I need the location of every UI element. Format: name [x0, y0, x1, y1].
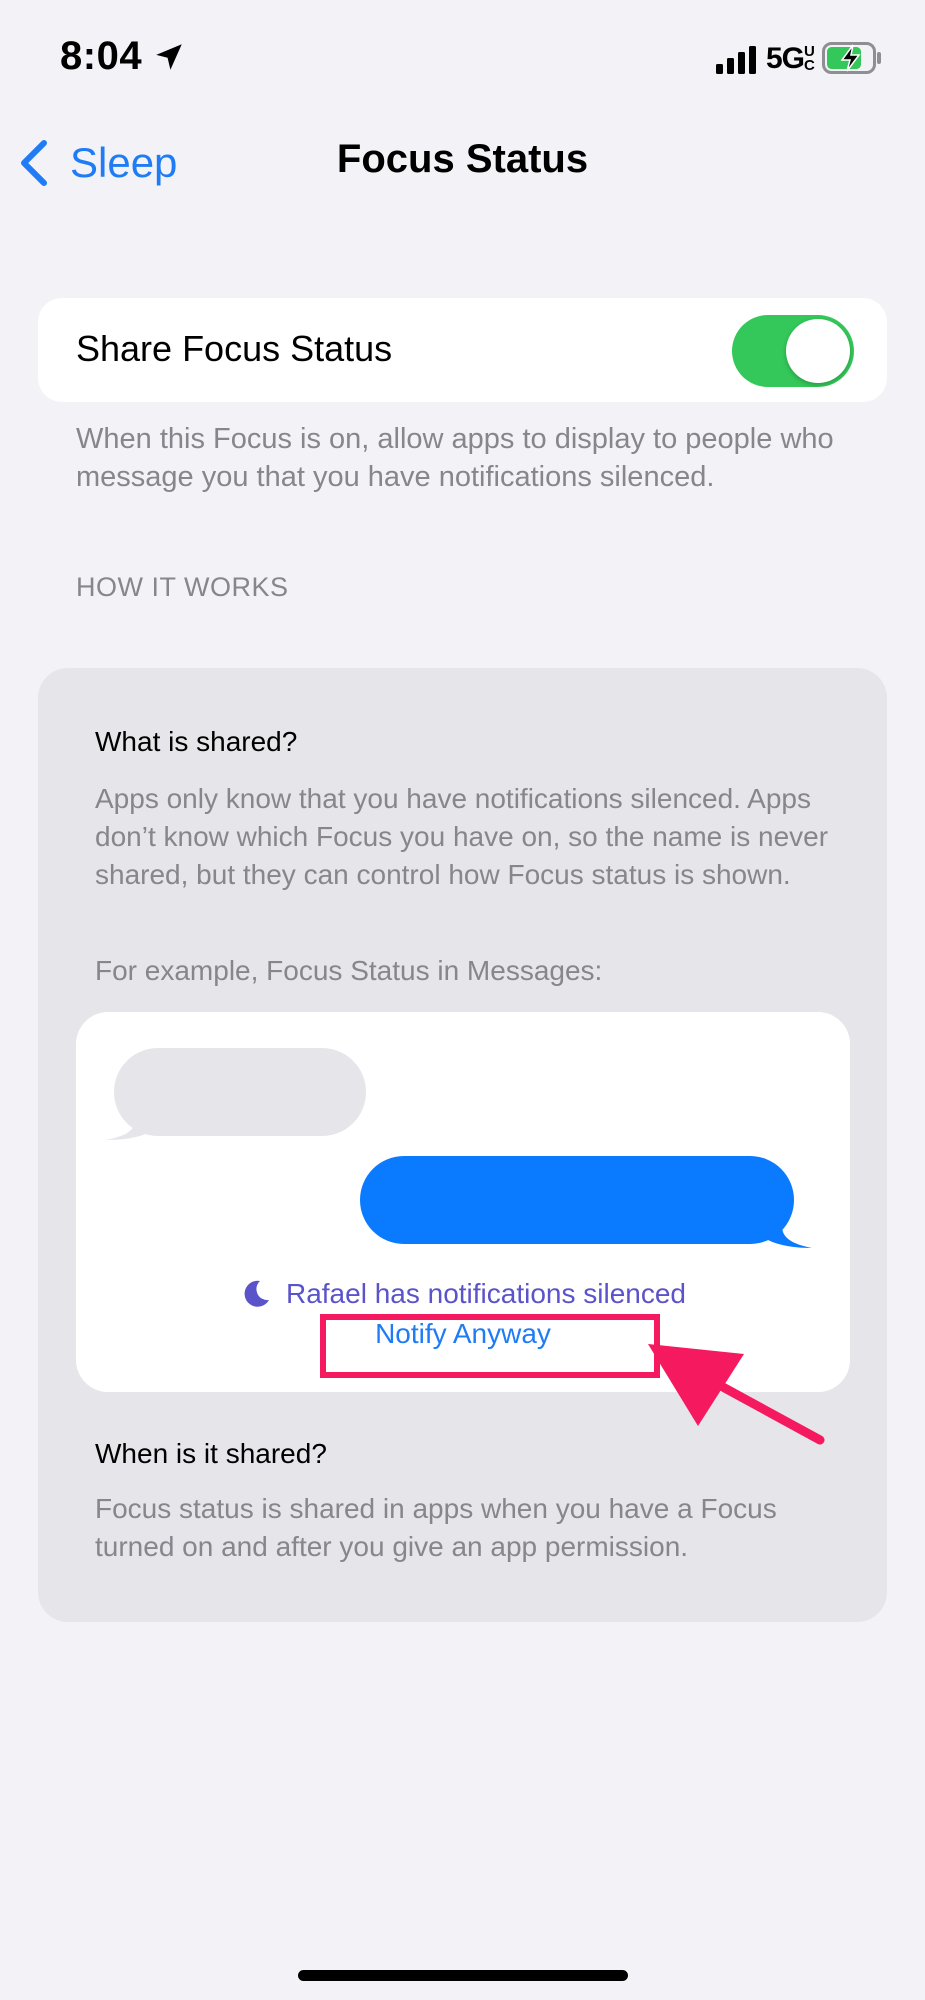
network-suffix: UC	[804, 43, 815, 74]
when-is-it-shared-heading: When is it shared?	[95, 1438, 327, 1469]
how-it-works-card: What is shared? Apps only know that you …	[38, 668, 887, 1622]
home-indicator	[298, 1970, 628, 1981]
moon-icon	[244, 1280, 269, 1307]
when-is-it-shared-body: Focus status is shared in apps when you …	[95, 1493, 777, 1562]
annotation-arrow-icon	[648, 1344, 825, 1445]
share-focus-status-row: Share Focus Status	[38, 298, 887, 402]
status-bar: 8:04 5GUC	[0, 0, 925, 120]
silenced-notice: Rafael has notifications silenced	[76, 1278, 850, 1310]
share-focus-status-label: Share Focus Status	[76, 328, 393, 369]
what-is-shared-heading: What is shared?	[95, 726, 298, 757]
battery-charging-icon	[822, 42, 881, 74]
what-is-shared-body: Apps only know that you have notificatio…	[95, 783, 829, 890]
silenced-text: Rafael has notifications silenced	[285, 1278, 686, 1309]
network-type: 5GUC	[766, 42, 818, 76]
incoming-message-bubble	[114, 1048, 366, 1136]
share-focus-status-toggle[interactable]	[732, 315, 854, 387]
outgoing-message-bubble	[360, 1156, 794, 1244]
section-header: HOW IT WORKS	[76, 572, 289, 602]
annotation-highlight-box	[320, 1314, 660, 1378]
location-arrow-icon	[156, 44, 182, 70]
toggle-knob	[786, 319, 850, 383]
page-title: Focus Status	[336, 137, 589, 181]
status-time: 8:04	[60, 34, 143, 78]
example-caption: For example, Focus Status in Messages:	[95, 955, 603, 986]
share-description: When this Focus is on, allow apps to dis…	[76, 423, 834, 493]
signal-bars-icon	[716, 46, 756, 74]
